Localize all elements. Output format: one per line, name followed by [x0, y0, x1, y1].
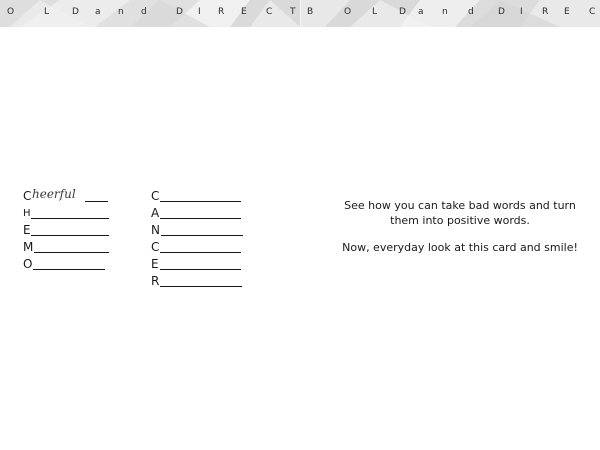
acrostic-line: C heerful: [23, 187, 108, 205]
acrostic-line: C: [151, 239, 241, 256]
banner-letter: I: [198, 7, 201, 17]
acrostic-underline: [160, 252, 241, 253]
banner-letter: O: [7, 7, 15, 17]
banner-letter: n: [118, 7, 124, 17]
banner-letter: C: [589, 7, 596, 17]
banner-letter: D: [176, 7, 183, 17]
banner-letter: d: [141, 7, 147, 17]
message-line-1: See how you can take bad words and turn …: [344, 199, 576, 227]
banner-letter: R: [218, 7, 225, 17]
banner-letter: n: [442, 7, 448, 17]
acrostic-chemo: C heerful H E M O: [23, 187, 109, 273]
acrostic-line: O: [23, 256, 105, 273]
banner-letter: R: [542, 7, 549, 17]
acrostic-line: R: [151, 273, 242, 290]
acrostic-underline: [33, 269, 105, 270]
banner-letter: L: [372, 7, 378, 17]
acrostic-letter: R: [151, 274, 160, 288]
card-message: See how you can take bad words and turn …: [330, 198, 590, 255]
banner-text: O L D a n d D I R E C T B O L D a n d D …: [0, 7, 600, 21]
acrostic-letter: C: [23, 189, 32, 203]
acrostic-underline: [31, 218, 109, 219]
acrostic-line: N: [151, 222, 243, 239]
acrostic-letter: C: [151, 189, 160, 203]
acrostic-letter: M: [23, 240, 34, 254]
acrostic-underline: [31, 235, 109, 236]
banner-letter: T: [290, 7, 296, 17]
acrostic-letter: A: [151, 206, 160, 220]
banner-letter: L: [44, 7, 50, 17]
acrostic-line: E: [23, 222, 109, 239]
acrostic-word: heerful: [32, 187, 76, 201]
banner-letter: D: [399, 7, 406, 17]
message-line-2: Now, everyday look at this card and smil…: [342, 241, 578, 254]
banner-letter: d: [468, 7, 474, 17]
acrostic-letter: E: [23, 223, 31, 237]
acrostic-cancer: C A N C E R: [151, 188, 243, 290]
banner-letter: E: [241, 7, 247, 17]
banner-letter: I: [520, 7, 523, 17]
acrostic-line: E: [151, 256, 241, 273]
banner-letter: D: [498, 7, 505, 17]
acrostic-line: A: [151, 205, 241, 222]
acrostic-underline: [160, 201, 241, 202]
banner-letter: B: [307, 7, 314, 17]
acrostic-letter: E: [151, 257, 159, 271]
acrostic-underline: [85, 201, 108, 202]
banner-letter: D: [72, 7, 79, 17]
decorative-banner: O L D a n d D I R E C T B O L D a n d D …: [0, 0, 600, 27]
banner-letter: a: [418, 7, 424, 17]
acrostic-line: C: [151, 188, 241, 205]
banner-letter: C: [266, 7, 273, 17]
acrostic-letter: N: [151, 223, 160, 237]
acrostic-underline: [160, 269, 241, 270]
acrostic-letter: O: [23, 257, 33, 271]
acrostic-underline: [160, 218, 241, 219]
acrostic-line: H: [23, 205, 109, 222]
acrostic-letter: C: [151, 240, 160, 254]
acrostic-underline: [160, 286, 242, 287]
acrostic-line: M: [23, 239, 109, 256]
banner-letter: a: [95, 7, 101, 17]
banner-letter: E: [564, 7, 570, 17]
banner-letter: O: [344, 7, 352, 17]
acrostic-underline: [161, 235, 243, 236]
acrostic-underline: [34, 252, 109, 253]
acrostic-letter: H: [23, 208, 31, 219]
